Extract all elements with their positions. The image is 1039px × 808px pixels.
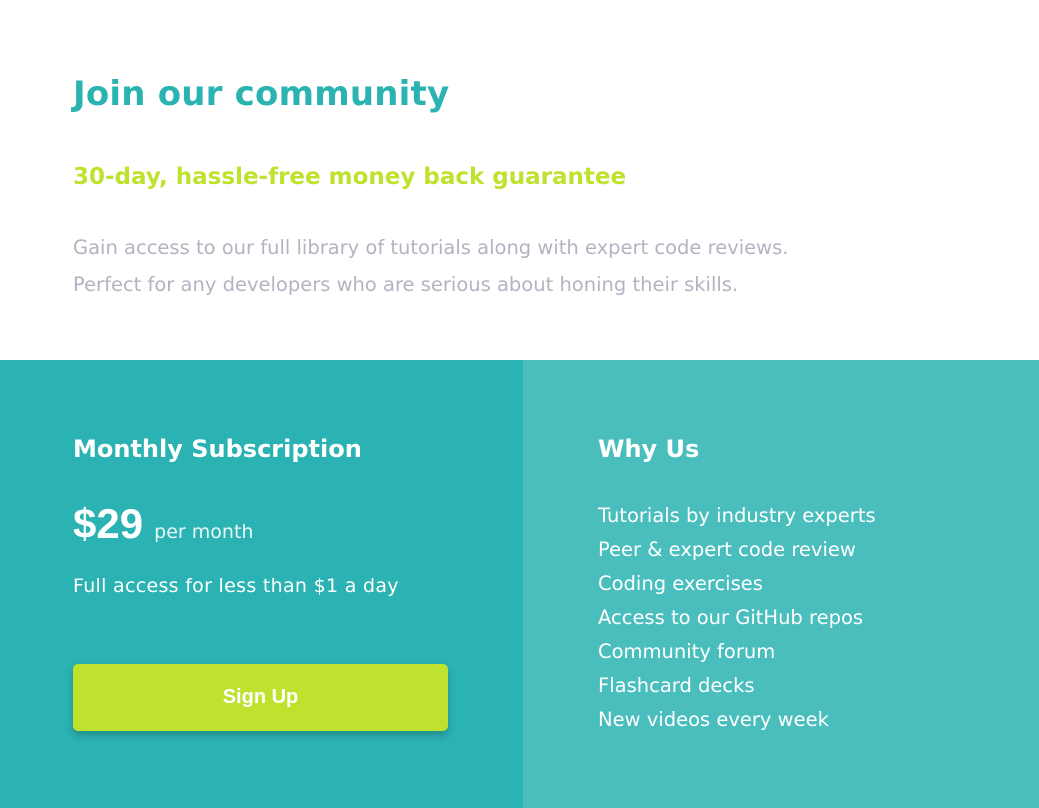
description-line: Perfect for any developers who are serio…	[73, 273, 739, 296]
feature-item: New videos every week	[598, 708, 829, 731]
subscription-panel: Monthly Subscription $29 per month Full …	[0, 360, 523, 808]
intro-section: Join our community 30-day, hassle-free m…	[0, 0, 1039, 360]
feature-item: Community forum	[598, 640, 776, 663]
feature-item: Access to our GitHub repos	[598, 606, 864, 629]
price-period: per month	[154, 521, 254, 543]
why-us-title: Why Us	[598, 435, 700, 463]
feature-item: Peer & expert code review	[598, 538, 856, 561]
why-us-panel: Why Us Tutorials by industry experts Pee…	[523, 360, 1039, 808]
page-title: Join our community	[73, 74, 450, 114]
guarantee-subtitle: 30-day, hassle-free money back guarantee	[73, 164, 627, 190]
price-tagline: Full access for less than $1 a day	[73, 575, 399, 597]
feature-item: Tutorials by industry experts	[598, 504, 876, 527]
intro-description: Gain access to our full library of tutor…	[73, 229, 973, 303]
feature-item: Flashcard decks	[598, 674, 755, 697]
description-line: Gain access to our full library of tutor…	[73, 236, 789, 259]
sign-up-button[interactable]: Sign Up	[73, 664, 448, 731]
price-row: $29 per month	[73, 500, 253, 548]
subscription-title: Monthly Subscription	[73, 435, 362, 463]
feature-item: Coding exercises	[598, 572, 763, 595]
feature-list: Tutorials by industry experts Peer & exp…	[598, 499, 876, 737]
pricing-card: Join our community 30-day, hassle-free m…	[0, 0, 1039, 808]
price-amount: $29	[73, 500, 144, 547]
